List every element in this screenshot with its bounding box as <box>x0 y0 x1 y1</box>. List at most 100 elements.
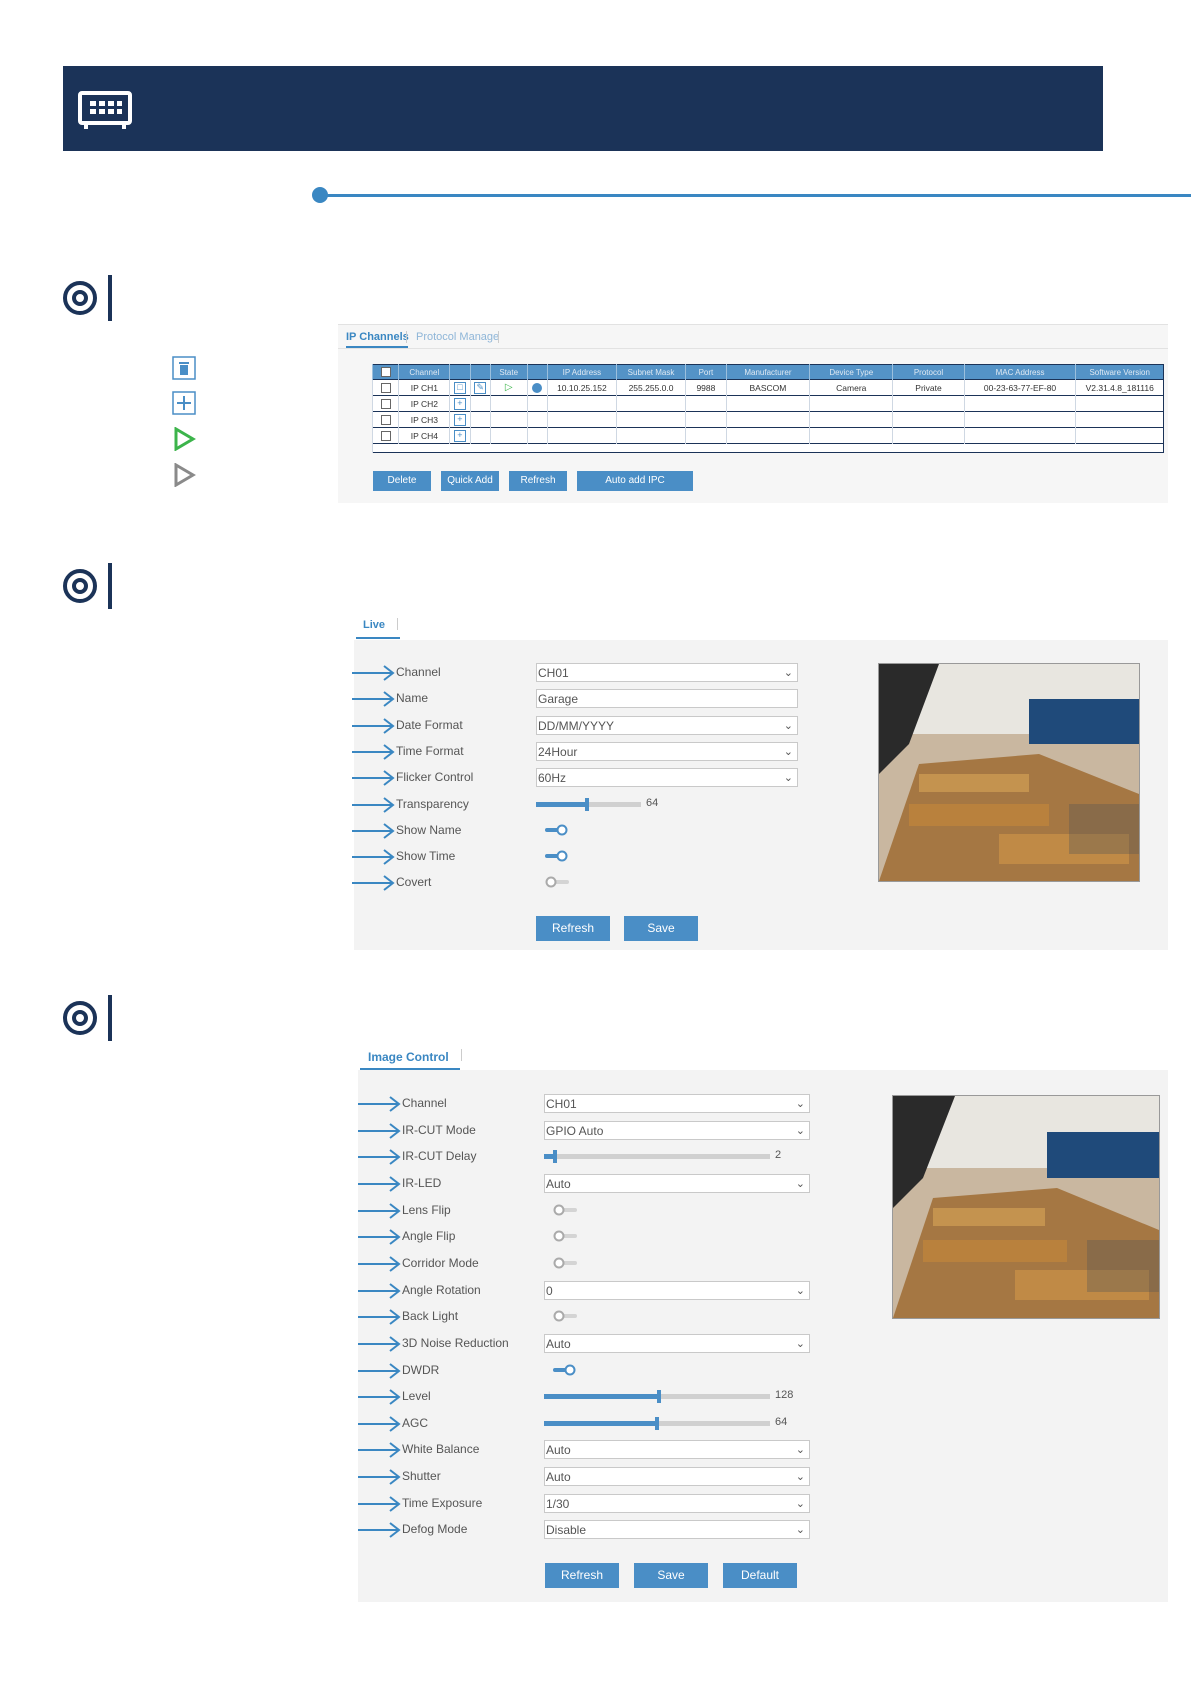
toggle-switch[interactable] <box>553 1310 577 1322</box>
chevron-down-icon: ⌄ <box>795 1124 805 1137</box>
shutter-select[interactable]: Auto ⌄ <box>544 1467 810 1487</box>
empty-cell <box>725 411 810 428</box>
noise-select[interactable]: Auto ⌄ <box>544 1333 810 1353</box>
table-header: Channel State IP Address Subnet Mask Por… <box>371 364 1164 380</box>
delete-icon[interactable]: □ <box>449 379 471 396</box>
transparency-slider[interactable] <box>536 797 641 811</box>
toggle-switch[interactable] <box>545 876 569 888</box>
image-default-button[interactable]: Default <box>723 1563 797 1588</box>
channel-cell: IP CH2 <box>398 395 450 412</box>
ircut-delay-slider[interactable] <box>544 1150 770 1164</box>
channel-select[interactable]: CH01 ⌄ <box>544 1094 810 1113</box>
progress-dot <box>312 187 328 203</box>
field-label: DWDR <box>402 1362 440 1377</box>
toggle-switch[interactable] <box>553 1230 577 1242</box>
field-label: IR-CUT Mode <box>402 1122 476 1137</box>
slider-value: 64 <box>646 796 659 809</box>
slider-handle[interactable] <box>654 1416 659 1430</box>
column-header: State <box>489 364 527 380</box>
empty-cell <box>1075 411 1164 428</box>
toggle-switch[interactable] <box>553 1204 577 1216</box>
arrow-icon <box>352 796 395 813</box>
channel-cell: IP CH1 <box>398 379 450 396</box>
tab-image-control[interactable]: Image Control <box>368 1050 449 1064</box>
live-save-button[interactable]: Save <box>624 916 698 941</box>
chevron-down-icon: ⌄ <box>783 719 793 732</box>
chevron-down-icon: ⌄ <box>795 1471 805 1484</box>
slider-value: 128 <box>775 1389 794 1402</box>
ircut-mode-select[interactable]: GPIO Auto ⌄ <box>544 1120 810 1140</box>
delete-button[interactable]: Delete <box>373 471 431 491</box>
field-value: GPIO Auto <box>546 1123 604 1138</box>
auto-add-ipc-button[interactable]: Auto add IPC <box>577 471 693 491</box>
add-icon[interactable]: + <box>449 411 471 428</box>
row-checkbox[interactable] <box>371 395 399 412</box>
table-filler-row <box>372 443 1164 453</box>
play-enabled-icon <box>174 427 196 451</box>
add-icon[interactable]: + <box>449 427 471 444</box>
row-checkbox[interactable] <box>371 379 399 396</box>
add-icon[interactable]: + <box>449 395 471 412</box>
live-refresh-button[interactable]: Refresh <box>536 916 610 941</box>
flicker-select[interactable]: 60Hz ⌄ <box>536 768 798 788</box>
tab-live[interactable]: Live <box>363 619 385 631</box>
slider-handle[interactable] <box>657 1390 661 1404</box>
empty-cell <box>892 395 965 412</box>
empty-cell <box>526 395 548 412</box>
tab-separator <box>498 331 499 343</box>
field-label: Flicker Control <box>396 770 474 785</box>
refresh-button[interactable]: Refresh <box>509 471 567 491</box>
agc-slider[interactable] <box>544 1416 770 1430</box>
empty-cell <box>963 395 1076 412</box>
date-format-select[interactable]: DD/MM/YYYY ⌄ <box>536 715 798 735</box>
field-label: Time Exposure <box>402 1495 483 1510</box>
slider-handle[interactable] <box>585 797 590 811</box>
channel-cell: IP CH4 <box>398 427 450 444</box>
defog-select[interactable]: Disable ⌄ <box>544 1520 810 1540</box>
arrow-icon <box>358 1229 401 1246</box>
toggle-switch[interactable] <box>545 850 569 862</box>
channel-select[interactable]: CH01 ⌄ <box>536 663 798 682</box>
empty-cell <box>963 411 1076 428</box>
quick-add-button[interactable]: Quick Add <box>441 471 499 491</box>
toggle-switch[interactable] <box>545 824 569 836</box>
column-header-blank <box>526 364 548 380</box>
arrow-icon <box>358 1336 401 1352</box>
time-exposure-select[interactable]: 1/30 ⌄ <box>544 1493 810 1513</box>
time-format-select[interactable]: 24Hour ⌄ <box>536 741 798 761</box>
image-save-button[interactable]: Save <box>634 1563 708 1588</box>
manufacturer-cell: BASCOM <box>725 379 810 396</box>
tab-ip-channels[interactable]: IP Channels <box>346 331 409 343</box>
panel-top-border <box>338 324 1168 325</box>
toggle-switch[interactable] <box>553 1364 577 1376</box>
arrow-icon <box>358 1469 401 1485</box>
empty-cell <box>526 427 548 444</box>
empty-cell <box>546 427 617 444</box>
white-balance-select[interactable]: Auto ⌄ <box>544 1440 810 1460</box>
table-row: IP CH1 □ ✎ ▷ 10.10.25.152 255.255.0.0 99… <box>371 379 1164 396</box>
tab-protocol-manage[interactable]: Protocol Manage <box>416 331 499 343</box>
image-refresh-button[interactable]: Refresh <box>545 1563 619 1588</box>
config-icon[interactable] <box>526 379 548 396</box>
edit-icon[interactable]: ✎ <box>469 379 491 396</box>
slider-handle[interactable] <box>553 1150 558 1164</box>
empty-cell <box>469 427 491 444</box>
row-checkbox[interactable] <box>371 411 399 428</box>
select-all-checkbox[interactable] <box>371 364 399 380</box>
progress-line <box>318 194 1191 197</box>
row-checkbox[interactable] <box>371 427 399 444</box>
column-header: Port <box>685 364 727 380</box>
field-value: Auto <box>546 1470 571 1485</box>
field-label: White Balance <box>402 1442 480 1457</box>
toggle-switch[interactable] <box>553 1257 577 1269</box>
empty-cell <box>372 443 1164 453</box>
ir-led-select[interactable]: Auto ⌄ <box>544 1173 810 1193</box>
name-input[interactable]: Garage <box>536 689 798 709</box>
column-header: Subnet Mask <box>615 364 686 380</box>
angle-rotation-select[interactable]: 0 ⌄ <box>544 1280 810 1300</box>
empty-cell <box>725 395 810 412</box>
level-slider[interactable] <box>544 1390 770 1404</box>
field-label: 3D Noise Reduction <box>402 1335 509 1350</box>
field-value: 24Hour <box>538 744 578 759</box>
arrow-icon <box>358 1176 401 1192</box>
